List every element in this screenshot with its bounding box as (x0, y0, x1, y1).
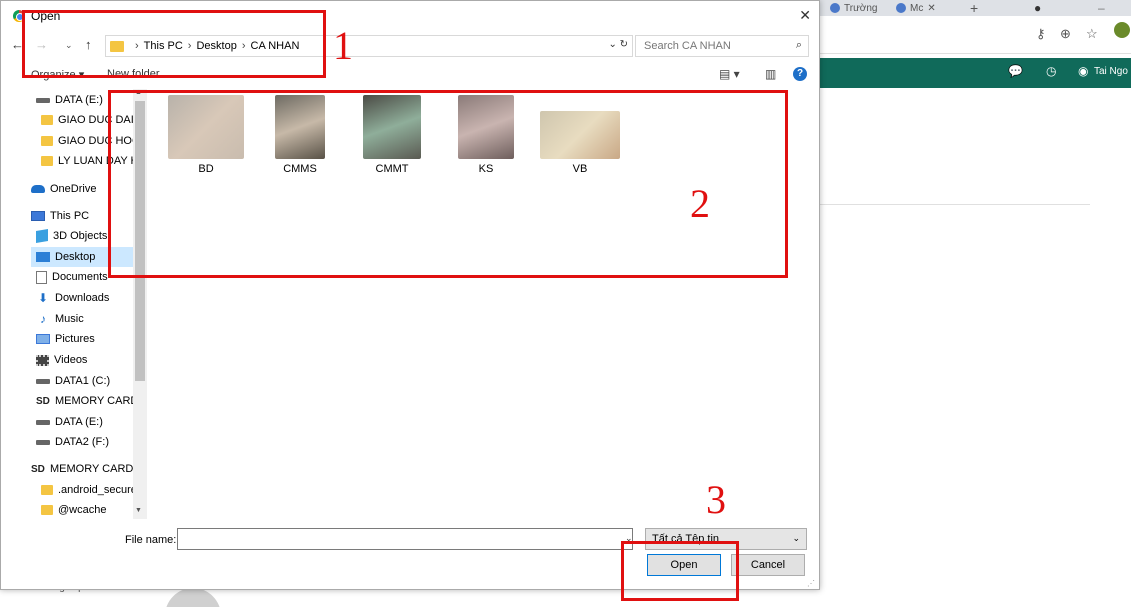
folder-icon (41, 156, 53, 166)
screen: Trường Mc ✕ + ● – ⚷ ⊕ ☆ 💬 ◷ ◉ Tai Ngo tr… (0, 0, 1131, 607)
cancel-button[interactable]: Cancel (731, 554, 805, 576)
new-tab-icon[interactable]: + (970, 0, 978, 16)
cube-icon (36, 228, 48, 244)
help-icon[interactable]: ? (793, 67, 807, 81)
tab-label: Trường (844, 2, 878, 14)
browser-tab-strip: Trường Mc ✕ + ● – (818, 0, 1131, 16)
clock-icon[interactable]: ◷ (1046, 64, 1056, 78)
profile-icon[interactable]: ● (1034, 0, 1041, 16)
sd-card-icon: SD (36, 395, 50, 407)
sidebar-item[interactable]: ♪ Music (31, 309, 147, 329)
sidebar-item[interactable]: .android_secure (31, 480, 147, 500)
drive-icon (36, 97, 50, 103)
sidebar-item[interactable]: SD MEMORY CARD (I (31, 459, 147, 479)
sidebar-item-label: Documents (52, 271, 108, 283)
search-icon[interactable]: ⌕ (796, 39, 802, 52)
sidebar-item-label: This PC (50, 210, 90, 222)
annotation-box-3 (621, 541, 739, 601)
sidebar-item-label: Music (55, 313, 84, 325)
sidebar-item-label: DATA2 (F:) (55, 436, 109, 448)
sidebar-item[interactable]: SD MEMORY CARD (31, 391, 147, 411)
sidebar-item-label: DATA1 (C:) (55, 375, 111, 387)
sidebar-item-label: DATA (E:) (55, 416, 103, 428)
videos-icon (36, 354, 49, 366)
open-file-dialog: Open ✕ ← → ⌄ ↑ › This PC › Desktop › CA … (0, 0, 820, 590)
file-name-input[interactable] (177, 528, 633, 550)
file-name-label: File name: (125, 534, 177, 546)
tab-favicon-icon (830, 3, 840, 13)
desktop-icon (36, 252, 50, 262)
folder-icon (41, 136, 53, 146)
drive-icon (36, 439, 50, 445)
preview-pane-icon[interactable]: ▥ (765, 67, 776, 81)
bookmark-star-icon[interactable]: ☆ (1086, 26, 1098, 42)
sidebar-item-label: Videos (54, 354, 88, 366)
sidebar-item-label: DATA (E:) (55, 94, 103, 106)
chevron-down-icon: ⌄ (792, 533, 800, 543)
sidebar-item[interactable]: @wcache (31, 500, 147, 519)
sidebar-item-label: Downloads (55, 292, 110, 304)
sidebar-item-label: Desktop (55, 251, 96, 263)
sidebar-item-label: OneDrive (50, 183, 97, 195)
folder-icon (41, 115, 53, 125)
user-name[interactable]: Tai Ngo (1094, 66, 1128, 77)
sidebar-item[interactable]: ⬇ Downloads (31, 288, 147, 308)
close-icon[interactable]: ✕ (799, 7, 811, 24)
browser-tab[interactable]: Mc ✕ (896, 0, 936, 16)
annotation-number-3: 3 (706, 477, 726, 522)
sidebar-item[interactable]: DATA2 (F:) (31, 432, 147, 452)
drive-icon (36, 419, 50, 425)
key-icon[interactable]: ⚷ (1036, 26, 1046, 42)
sidebar-item-label: Pictures (55, 333, 95, 345)
annotation-box-1 (22, 10, 326, 78)
refresh-icon[interactable]: ⌄ ↻ (608, 39, 628, 50)
sidebar-item-label: 3D Objects (53, 230, 108, 242)
sidebar-item[interactable]: DATA1 (C:) (31, 371, 147, 391)
search-input[interactable]: Search CA NHAN ⌕ (635, 35, 809, 57)
scroll-down-icon[interactable]: ▼ (135, 507, 142, 514)
zoom-icon[interactable]: ⊕ (1060, 26, 1071, 42)
sidebar-item[interactable]: Pictures (31, 329, 147, 349)
avatar[interactable]: ◉ (1078, 64, 1088, 78)
download-icon: ⬇ (37, 291, 49, 305)
annotation-box-2 (108, 90, 788, 278)
folder-icon (41, 485, 53, 495)
minimize-icon[interactable]: – (1098, 0, 1105, 16)
sidebar-item-label: .android_secure (58, 484, 137, 496)
tab-label: Mc (910, 2, 924, 14)
sidebar-item-label: @wcache (58, 504, 107, 516)
tab-favicon-icon (896, 3, 906, 13)
music-icon: ♪ (40, 312, 46, 326)
sidebar-item-label: MEMORY CARD (55, 395, 139, 407)
resize-grip-icon[interactable]: ⋰ (807, 579, 815, 588)
search-placeholder: Search CA NHAN (644, 40, 731, 52)
placeholder-image-icon (165, 588, 221, 607)
sidebar-item[interactable]: Videos (31, 350, 147, 370)
extension-icon[interactable] (1114, 22, 1130, 38)
sidebar-item-label: MEMORY CARD (I (50, 463, 144, 475)
tab-close-icon[interactable]: ✕ (927, 3, 935, 14)
document-icon (36, 270, 47, 284)
sd-card-icon: SD (31, 463, 45, 475)
folder-icon (41, 505, 53, 515)
browser-tab[interactable]: Trường (830, 0, 877, 16)
change-view-icon[interactable]: ▤ ▾ (719, 67, 740, 81)
drive-icon (36, 378, 50, 384)
pc-icon (31, 211, 45, 221)
divider (820, 204, 1090, 205)
sidebar-item[interactable]: DATA (E:) (31, 412, 147, 432)
cloud-icon (31, 185, 45, 193)
browser-toolbar (818, 16, 1131, 54)
annotation-number-1: 1 (333, 23, 353, 68)
chat-icon[interactable]: 💬 (1008, 64, 1023, 78)
pictures-icon (36, 334, 50, 344)
annotation-number-2: 2 (690, 181, 710, 226)
